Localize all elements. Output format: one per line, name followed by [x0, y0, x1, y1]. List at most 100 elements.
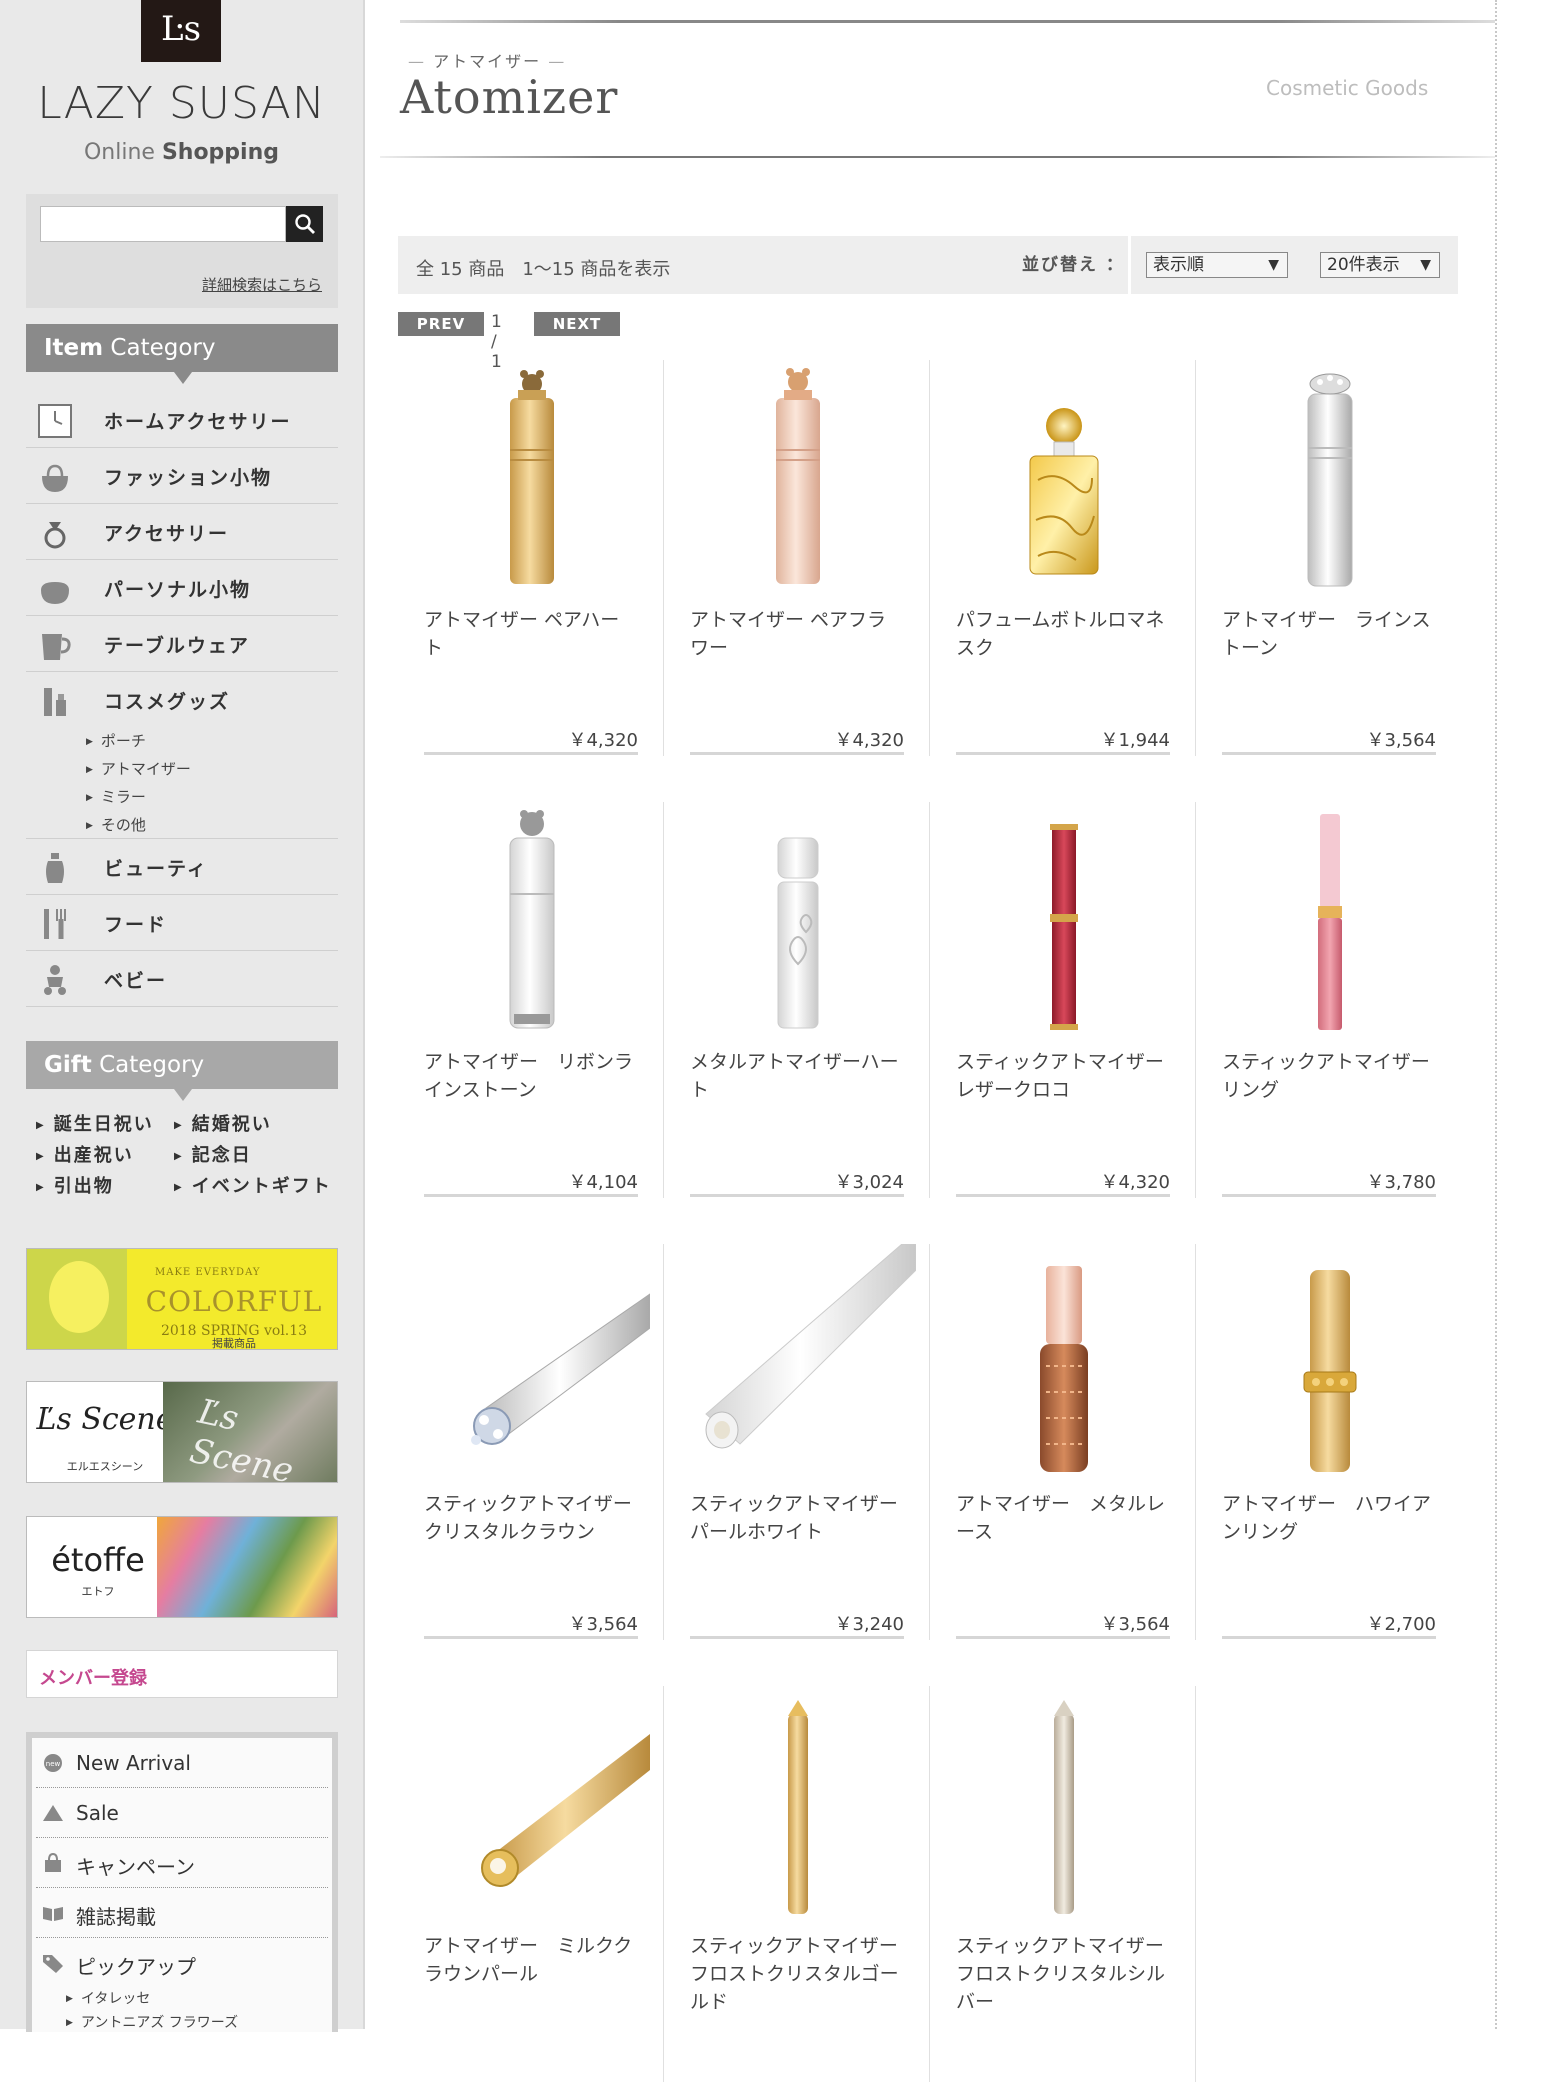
category-label: ファッション小物: [104, 467, 273, 489]
category-item-personal[interactable]: パーソナル小物: [26, 560, 338, 616]
product-card[interactable]: パフュームボトルロマネスク ￥1,944: [930, 360, 1196, 756]
product-card[interactable]: スティックアトマイザーレザークロコ ￥4,320: [930, 802, 1196, 1198]
product-card[interactable]: アトマイザー ラインストーン ￥3,564: [1196, 360, 1462, 756]
product-name[interactable]: メタルアトマイザーハート: [690, 1048, 904, 1104]
price-underline: [1222, 1636, 1436, 1639]
pickup-sub-italesse[interactable]: イタレッセ: [66, 1987, 332, 2011]
category-item-food[interactable]: フード: [26, 895, 338, 951]
lipstick-icon: [44, 688, 66, 716]
product-card[interactable]: スティックアトマイザーフロストクリスタルシルバー: [930, 1686, 1196, 2082]
product-name[interactable]: アトマイザー メタルレース: [956, 1490, 1170, 1546]
gift-item-wedding[interactable]: 結婚祝い: [174, 1110, 272, 1136]
category-item-beauty[interactable]: ビューティ: [26, 839, 338, 895]
search-button[interactable]: [286, 206, 323, 242]
shopping-bag-icon: [45, 1853, 61, 1872]
category-item-fashion[interactable]: ファッション小物: [26, 448, 338, 504]
banner-photo: [27, 1249, 127, 1349]
product-name[interactable]: スティックアトマイザークリスタルクラウン: [424, 1490, 638, 1546]
advanced-search-link[interactable]: 詳細検索はこちら: [202, 274, 322, 295]
sub-item-atomizer[interactable]: アトマイザー: [86, 755, 191, 783]
product-image[interactable]: [414, 1244, 650, 1480]
product-image[interactable]: [946, 1686, 1182, 1922]
nav-campaign[interactable]: キャンペーン: [36, 1838, 328, 1888]
product-name[interactable]: スティックアトマイザーリング: [1222, 1048, 1436, 1104]
brand-subtitle-light: Online: [83, 140, 155, 165]
sub-item-mirror[interactable]: ミラー: [86, 783, 191, 811]
product-image[interactable]: [680, 360, 916, 596]
etoffe-banner[interactable]: étoffe エトフ: [26, 1516, 338, 1618]
category-item-accessory[interactable]: アクセサリー: [26, 504, 338, 560]
category-item-cosme[interactable]: コスメグッズ ポーチ アトマイザー ミラー その他: [26, 672, 338, 839]
product-name[interactable]: アトマイザー ミルククラウンパール: [424, 1932, 638, 1988]
product-card[interactable]: アトマイザー リボンラインストーン ￥4,104: [398, 802, 664, 1198]
sort-order-select[interactable]: 表示順 ▼: [1146, 252, 1288, 278]
per-page-select[interactable]: 20件表示 ▼: [1320, 252, 1440, 278]
product-name[interactable]: アトマイザー ペアフラワー: [690, 606, 904, 662]
next-button[interactable]: NEXT: [534, 312, 620, 336]
gift-item-return-gift[interactable]: 引出物: [36, 1172, 114, 1198]
category-item-baby[interactable]: ベビー: [26, 951, 338, 1007]
product-image[interactable]: [414, 802, 650, 1038]
search-input[interactable]: [40, 206, 286, 242]
sub-item-pouch[interactable]: ポーチ: [86, 727, 191, 755]
nav-sale[interactable]: Sale: [36, 1788, 328, 1838]
product-card[interactable]: アトマイザー ペアハート ￥4,320: [398, 360, 664, 756]
product-image[interactable]: [680, 802, 916, 1038]
gift-item-anniversary[interactable]: 記念日: [174, 1141, 252, 1167]
product-name[interactable]: スティックアトマイザーフロストクリスタルゴールド: [690, 1932, 904, 2016]
category-item-home-accessory[interactable]: ホームアクセサリー: [26, 392, 338, 448]
gift-item-birth[interactable]: 出産祝い: [36, 1141, 134, 1167]
product-card[interactable]: スティックアトマイザーフロストクリスタルゴールド: [664, 1686, 930, 2082]
product-card[interactable]: アトマイザー ハワイアンリング ￥2,700: [1196, 1244, 1462, 1640]
nav-pickup[interactable]: ピックアップ: [36, 1938, 328, 1987]
product-image[interactable]: [946, 802, 1182, 1038]
category-label: ビューティ: [104, 858, 208, 880]
brand-logo-mark[interactable]: Ŀs: [141, 0, 221, 62]
product-card[interactable]: アトマイザー ペアフラワー ￥4,320: [664, 360, 930, 756]
product-card[interactable]: アトマイザー メタルレース ￥3,564: [930, 1244, 1196, 1640]
bottom-nav: new New Arrival Sale キャンペーン 雑誌掲載 ピックアップ …: [26, 1732, 338, 2032]
item-category-title-rest: Category: [103, 335, 216, 361]
product-image[interactable]: [1212, 802, 1448, 1038]
banner-title: COLORFUL: [145, 1285, 323, 1318]
product-image[interactable]: [946, 360, 1182, 596]
prev-button[interactable]: PREV: [398, 312, 484, 336]
bottle-icon: [46, 853, 64, 883]
colorful-banner[interactable]: MAKE EVERYDAY COLORFUL 2018 SPRING vol.1…: [26, 1248, 338, 1350]
product-name[interactable]: アトマイザー リボンラインストーン: [424, 1048, 638, 1104]
price-underline: [690, 1636, 904, 1639]
product-image[interactable]: [414, 1686, 650, 1922]
product-card[interactable]: メタルアトマイザーハート ￥3,024: [664, 802, 930, 1198]
member-register-link[interactable]: メンバー登録: [26, 1650, 338, 1698]
product-card[interactable]: アトマイザー ミルククラウンパール: [398, 1686, 664, 2082]
product-name[interactable]: アトマイザー ラインストーン: [1222, 606, 1436, 662]
product-image[interactable]: [680, 1686, 916, 1922]
gift-item-birthday[interactable]: 誕生日祝い: [36, 1110, 154, 1136]
product-name[interactable]: アトマイザー ペアハート: [424, 606, 638, 662]
product-image[interactable]: [1212, 360, 1448, 596]
product-image[interactable]: [680, 1244, 916, 1480]
product-image[interactable]: [946, 1244, 1182, 1480]
gift-item-event[interactable]: イベントギフト: [174, 1172, 332, 1198]
product-name[interactable]: スティックアトマイザー パールホワイト: [690, 1490, 917, 1546]
product-name[interactable]: スティックアトマイザーレザークロコ: [956, 1048, 1170, 1104]
sub-item-other[interactable]: その他: [86, 811, 191, 839]
pickup-sub-antonias[interactable]: アントニアズ フラワーズ: [66, 2011, 332, 2035]
product-name[interactable]: パフュームボトルロマネスク: [956, 606, 1170, 662]
ls-scene-banner[interactable]: Ľs Scene エルエスシーン Ľs Scene: [26, 1381, 338, 1483]
price-underline: [690, 752, 904, 755]
nav-new-arrival[interactable]: new New Arrival: [36, 1738, 328, 1788]
product-image[interactable]: [1212, 1244, 1448, 1480]
baby-icon: [44, 965, 66, 995]
clock-icon: [38, 404, 72, 438]
brand-logo-text[interactable]: LAZY SUSAN: [0, 78, 363, 129]
product-name[interactable]: アトマイザー ハワイアンリング: [1222, 1490, 1436, 1546]
page-category-tag: Cosmetic Goods: [1266, 76, 1429, 100]
product-card[interactable]: スティックアトマイザーリング ￥3,780: [1196, 802, 1462, 1198]
product-card[interactable]: スティックアトマイザークリスタルクラウン ￥3,564: [398, 1244, 664, 1640]
product-name[interactable]: スティックアトマイザーフロストクリスタルシルバー: [956, 1932, 1170, 2016]
category-item-tableware[interactable]: テーブルウェア: [26, 616, 338, 672]
nav-magazine[interactable]: 雑誌掲載: [36, 1888, 328, 1938]
product-card[interactable]: スティックアトマイザー パールホワイト ￥3,240: [664, 1244, 930, 1640]
product-image[interactable]: [414, 360, 650, 596]
